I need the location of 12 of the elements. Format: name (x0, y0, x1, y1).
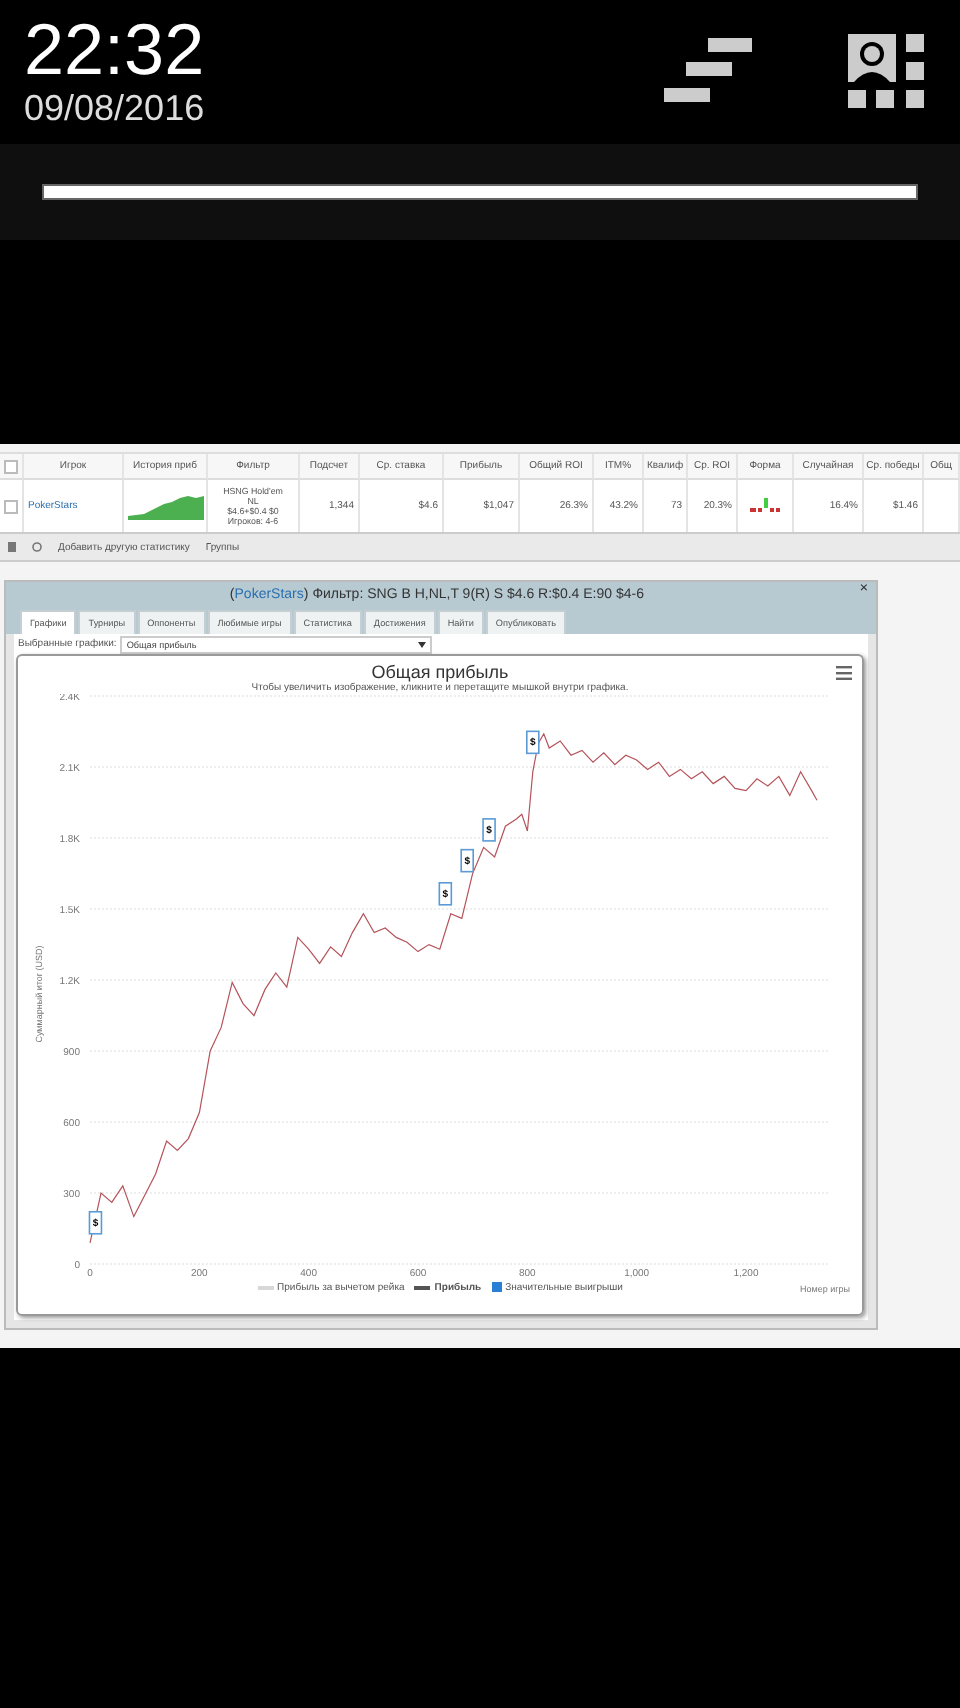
form-bars-icon (749, 498, 781, 514)
contact-grid-icon[interactable] (848, 34, 924, 110)
chart-title: Общая прибыль (371, 662, 509, 682)
refresh-icon[interactable] (32, 542, 42, 552)
row-checkbox[interactable] (4, 499, 18, 513)
bars-icon[interactable] (664, 38, 752, 106)
clock-time: 22:32 (24, 14, 205, 86)
caret-icon (418, 641, 427, 647)
header-checkbox[interactable] (4, 459, 18, 473)
clock-date: 09/08/2016 (24, 86, 205, 130)
profit-sparkline (127, 492, 203, 520)
menu-icon[interactable] (836, 666, 852, 680)
